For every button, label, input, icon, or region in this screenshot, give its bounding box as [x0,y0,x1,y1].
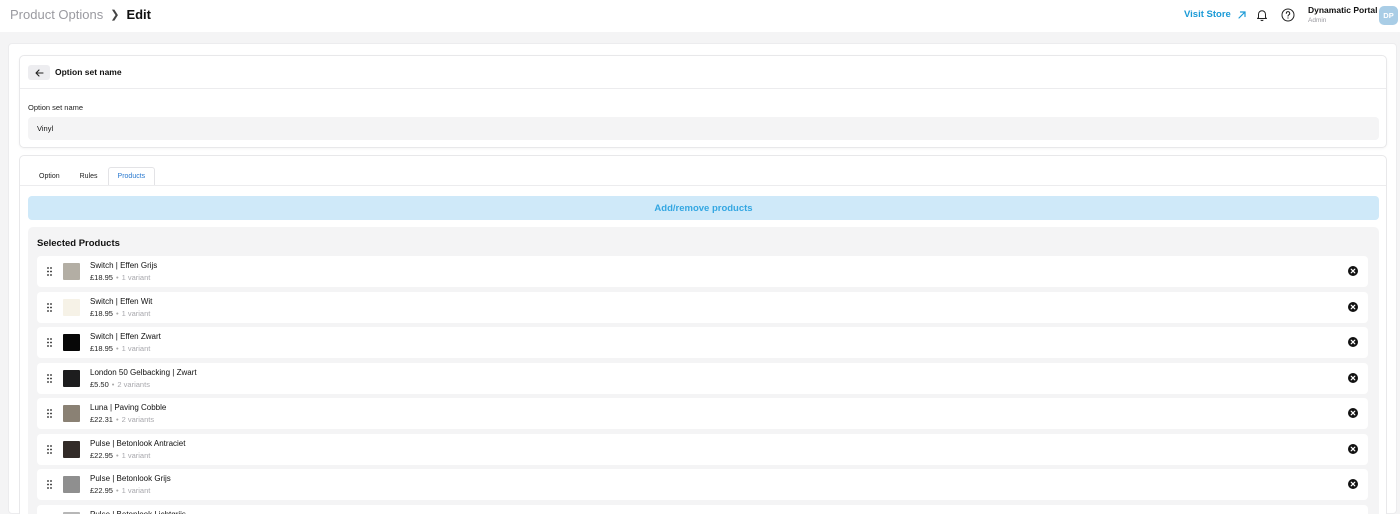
product-price: £22.95 [90,486,113,495]
product-meta: £18.95 • 1 variant [90,344,150,353]
tab-products[interactable]: Products [107,167,156,185]
remove-product-icon[interactable] [1348,479,1358,489]
product-price: £18.95 [90,273,113,282]
arrow-left-icon [34,68,44,77]
option-set-name-input[interactable] [28,117,1379,140]
breadcrumb-product-options[interactable]: Product Options [10,7,103,22]
product-name: Switch | Effen Grijs [90,261,158,270]
product-variant-count: 1 variant [121,450,151,460]
product-price: £22.31 [90,415,113,424]
drag-handle-icon[interactable] [47,267,52,276]
product-meta: £18.95 • 1 variant [90,273,150,282]
product-name: Pulse | Betonlook Antraciet [90,438,186,448]
product-thumbnail [63,334,80,351]
remove-product-icon[interactable] [1348,408,1358,418]
remove-product-icon[interactable] [1348,301,1358,312]
product-thumbnail [63,476,80,493]
chevron-right-icon: ❯ [110,9,120,21]
drag-handle-icon[interactable] [47,302,52,312]
drag-handle-icon[interactable] [47,480,52,489]
tab-bar: Option Rules Products [29,167,156,185]
tab-rules[interactable]: Rules [70,167,108,185]
product-variant-count: 2 variants [117,379,150,389]
bell-icon[interactable] [1255,8,1269,22]
user-role: Admin [1308,17,1327,24]
product-meta: £22.95 • 1 variant [90,451,150,460]
user-name: Dynamatic Portal [1308,5,1378,15]
back-button[interactable] [28,65,50,80]
product-name: Switch | Effen Zwart [90,332,161,341]
user-info[interactable]: Dynamatic Portal Admin [1308,5,1377,24]
remove-product-icon[interactable] [1348,337,1358,347]
product-thumbnail [63,263,80,280]
product-variant-count: 1 variant [121,486,151,495]
product-thumbnail [63,405,80,422]
product-meta: £5.50 • 2 variants [90,380,150,389]
product-meta: £22.31 • 2 variants [90,415,154,424]
product-variant-count: 1 variant [121,344,151,353]
separator-dot: • [115,486,119,495]
product-name: Pulse | Betonlook Lichtgrijs [90,509,186,514]
top-bar: Product Options ❯ Edit Visit Store Dynam… [0,0,1400,32]
product-price: £5.50 [90,379,109,389]
product-thumbnail [63,369,80,387]
product-row[interactable]: Luna | Paving Cobble £22.31 • 2 variants [37,398,1368,429]
add-remove-products-button[interactable]: Add/remove products [28,196,1379,220]
help-icon[interactable] [1281,8,1295,22]
product-variant-count: 1 variant [121,308,151,318]
separator-dot: • [115,450,119,460]
remove-product-icon[interactable] [1348,266,1358,276]
visit-store-link[interactable]: Visit Store [1184,9,1247,20]
product-variant-count: 2 variants [121,415,155,424]
option-set-name-label: Option set name [28,103,84,112]
product-row[interactable]: Pulse | Betonlook Grijs £22.95 • 1 variant [37,469,1368,500]
option-set-tabs-card: Option Rules Products Add/remove product… [19,155,1387,514]
card-title: Option set name [55,67,122,77]
product-meta: £22.95 • 1 variant [90,486,150,495]
tabs-divider [20,185,1386,186]
product-row[interactable]: Pulse | Betonlook Antraciet £22.95 • 1 vari… [37,433,1368,465]
remove-product-icon[interactable] [1348,443,1358,454]
drag-handle-icon[interactable] [47,338,52,347]
separator-dot: • [111,379,115,389]
product-name: Luna | Paving Cobble [90,403,167,412]
drag-handle-icon[interactable] [47,373,52,383]
product-row[interactable]: Switch | Effen Zwart £18.95 • 1 variant [37,327,1368,358]
product-thumbnail [63,298,80,316]
product-row[interactable]: Switch | Effen Grijs £18.95 • 1 variant [37,256,1368,287]
selected-products-title: Selected Products [37,238,120,249]
product-row[interactable]: London 50 Gelbacking | Zwart £5.50 • 2 vari… [37,362,1368,394]
product-thumbnail [63,440,80,458]
breadcrumb: Product Options ❯ Edit [10,7,151,22]
drag-handle-icon[interactable] [47,409,52,418]
product-meta: £18.95 • 1 variant [90,309,150,318]
visit-store-label: Visit Store [1184,9,1231,20]
separator-dot: • [115,344,119,353]
separator-dot: • [115,273,119,282]
tab-option[interactable]: Option [29,167,70,185]
product-row[interactable]: Switch | Effen Wit £18.95 • 1 variant [37,291,1368,323]
product-price: £18.95 [90,308,113,318]
option-set-name-card: Option set name Option set name [19,55,1387,148]
remove-product-icon[interactable] [1348,372,1358,383]
product-name: Pulse | Betonlook Grijs [90,474,171,483]
selected-products-panel: Selected Products Switch | Effen Grijs £1… [28,227,1379,514]
product-price: £18.95 [90,344,113,353]
product-name: Switch | Effen Wit [90,296,153,306]
avatar[interactable]: DP [1379,6,1398,25]
product-row[interactable]: Pulse | Betonlook Lichtgrijs [37,504,1368,514]
page-title: Edit [126,7,151,22]
card-header: Option set name [20,56,1386,89]
product-variant-count: 1 variant [121,273,151,282]
separator-dot: • [115,308,119,318]
external-link-icon [1238,10,1246,19]
product-price: £22.95 [90,450,113,460]
drag-handle-icon[interactable] [47,444,52,454]
separator-dot: • [115,415,119,424]
product-name: London 50 Gelbacking | Zwart [90,367,197,377]
